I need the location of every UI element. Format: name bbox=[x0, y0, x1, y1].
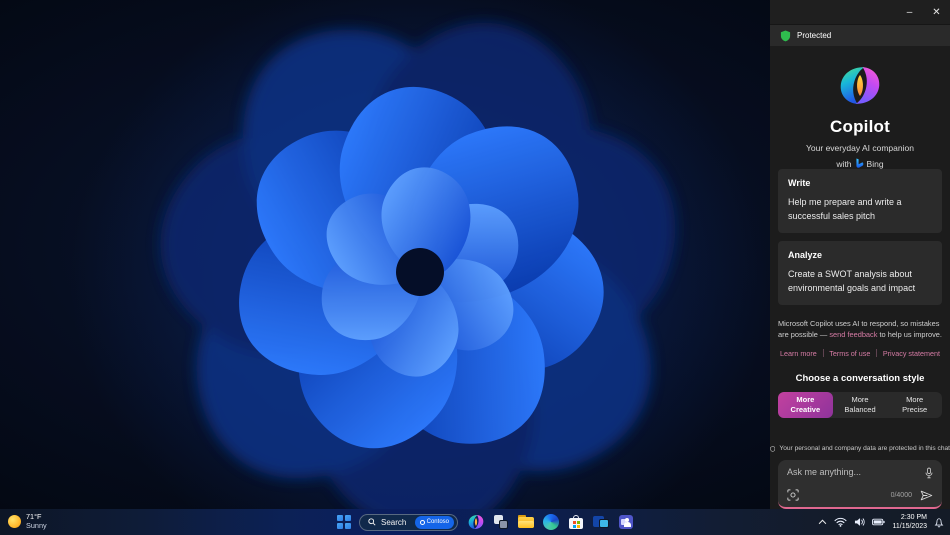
search-icon bbox=[368, 518, 376, 526]
close-button[interactable]: ✕ bbox=[923, 0, 950, 24]
suggestion-card-analyze[interactable]: Analyze Create a SWOT analysis about env… bbox=[778, 240, 942, 305]
edge-icon[interactable] bbox=[543, 514, 559, 530]
shield-outline-icon bbox=[770, 445, 776, 452]
weather-widget[interactable]: 71°F Sunny bbox=[8, 512, 47, 531]
copilot-tagline: Your everyday AI companion bbox=[806, 143, 914, 153]
learn-more-link[interactable]: Learn more bbox=[780, 349, 817, 358]
screenshot-icon[interactable] bbox=[787, 489, 799, 501]
card-title: Write bbox=[788, 178, 811, 188]
send-feedback-link[interactable]: send feedback bbox=[829, 330, 877, 339]
copilot-panel: – ✕ Protected Copilot Your everyday AI c… bbox=[770, 0, 950, 509]
card-body: Create a SWOT analysis about environment… bbox=[788, 268, 916, 293]
bing-text: Bing bbox=[866, 158, 884, 169]
minimize-button[interactable]: – bbox=[896, 0, 923, 24]
privacy-note-text: Your personal and company data are prote… bbox=[779, 445, 950, 453]
footer-links: Learn more Terms of use Privacy statemen… bbox=[780, 349, 940, 358]
system-tray: 2:30 PM 11/15/2023 bbox=[818, 509, 944, 535]
battery-icon[interactable] bbox=[872, 518, 886, 526]
microphone-icon[interactable] bbox=[925, 467, 933, 479]
suggestion-card-write[interactable]: Write Help me prepare and write a succes… bbox=[778, 169, 942, 233]
search-box[interactable]: Search Contoso bbox=[359, 513, 458, 531]
start-button[interactable] bbox=[337, 515, 351, 529]
clock[interactable]: 2:30 PM 11/15/2023 bbox=[892, 513, 927, 532]
disclaimer-text-suffix: to help us improve. bbox=[877, 330, 942, 340]
task-view-icon[interactable] bbox=[493, 514, 509, 530]
separator bbox=[876, 349, 878, 358]
volume-icon[interactable] bbox=[854, 517, 866, 527]
with-bing-row: with Bing bbox=[770, 158, 950, 169]
weather-temperature: 71°F bbox=[26, 512, 42, 521]
card-title: Analyze bbox=[788, 249, 823, 260]
contoso-badge-label: Contoso bbox=[426, 519, 449, 525]
shield-icon bbox=[780, 30, 791, 41]
ai-disclaimer: Microsoft Copilot uses AI to respond, so… bbox=[778, 318, 942, 341]
microsoft-store-icon[interactable] bbox=[568, 514, 584, 530]
conversation-style-picker: More Creative More Balanced More Precise bbox=[778, 391, 942, 418]
char-counter: 0/4000 bbox=[890, 491, 912, 499]
protected-label: Protected bbox=[797, 31, 832, 40]
clock-date: 11/15/2023 bbox=[892, 523, 927, 530]
file-explorer-icon[interactable] bbox=[518, 514, 534, 530]
card-body: Help me prepare and write a successful s… bbox=[788, 197, 902, 221]
pinned-apps bbox=[468, 514, 634, 530]
copilot-taskbar-icon[interactable] bbox=[468, 514, 484, 530]
contoso-logo-icon bbox=[419, 519, 425, 525]
chat-composer[interactable]: 0/4000 bbox=[778, 459, 942, 509]
taskbar: 71°F Sunny Search Contoso 2:30 PM 11/15/… bbox=[0, 509, 950, 535]
outlook-icon[interactable] bbox=[593, 514, 609, 530]
bing-icon bbox=[855, 158, 863, 168]
send-icon[interactable] bbox=[920, 490, 933, 501]
with-text: with bbox=[836, 158, 852, 169]
chat-input[interactable] bbox=[787, 466, 917, 477]
weather-condition: Sunny bbox=[26, 521, 47, 531]
clock-time: 2:30 PM bbox=[900, 513, 927, 521]
contoso-badge[interactable]: Contoso bbox=[414, 515, 454, 529]
style-option-precise[interactable]: More Precise bbox=[887, 392, 942, 418]
copilot-brand: Copilot Your everyday AI companion with … bbox=[770, 66, 950, 169]
panel-titlebar: – ✕ bbox=[770, 0, 950, 24]
style-option-creative[interactable]: More Creative bbox=[778, 391, 833, 418]
wifi-icon[interactable] bbox=[834, 517, 847, 527]
taskbar-center: Search Contoso bbox=[337, 509, 634, 535]
sun-icon bbox=[8, 514, 21, 528]
notification-bell-icon[interactable] bbox=[934, 517, 944, 528]
search-label: Search bbox=[381, 517, 407, 527]
conversation-style-heading: Choose a conversation style bbox=[795, 372, 925, 384]
copilot-logo-icon bbox=[840, 67, 880, 104]
tray-chevron-up-icon[interactable] bbox=[818, 519, 827, 525]
terms-of-use-link[interactable]: Terms of use bbox=[829, 349, 870, 358]
style-option-balanced[interactable]: More Balanced bbox=[833, 392, 888, 418]
privacy-note: Your personal and company data are prote… bbox=[770, 445, 950, 453]
protected-badge[interactable]: Protected bbox=[770, 24, 950, 46]
separator bbox=[822, 349, 824, 358]
copilot-title: Copilot bbox=[830, 117, 890, 136]
privacy-statement-link[interactable]: Privacy statement bbox=[883, 349, 940, 358]
teams-icon[interactable] bbox=[618, 514, 634, 530]
